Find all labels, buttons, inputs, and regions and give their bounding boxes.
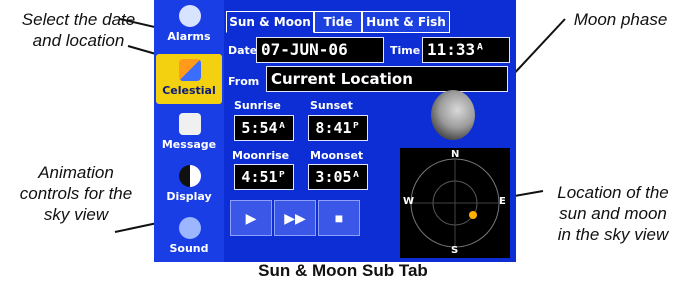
from-label: From <box>228 75 260 88</box>
stop-button[interactable]: ■ <box>318 200 360 236</box>
time-field[interactable]: 11:33ᴬ <box>422 37 510 63</box>
sunset-label: Sunset <box>310 99 353 112</box>
time-label: Time <box>390 44 421 57</box>
moonrise-label: Moonrise <box>232 149 290 162</box>
moon-phase-image <box>431 90 475 140</box>
fast-forward-button[interactable]: ▶▶ <box>274 200 316 236</box>
display-icon <box>179 165 201 187</box>
sun-moon-icon <box>179 59 201 81</box>
sunrise-label: Sunrise <box>234 99 281 112</box>
gps-screen: Alarms Celestial Message Display Sound S… <box>154 0 516 262</box>
compass-south-label: S <box>451 245 459 256</box>
moonrise-value: 4:51ᴾ <box>234 164 294 190</box>
compass-north-label: N <box>451 149 460 160</box>
sidebar-item-label: Display <box>166 190 212 203</box>
sound-icon <box>179 217 201 239</box>
location-field[interactable]: Current Location <box>266 66 508 92</box>
sunrise-value: 5:54ᴬ <box>234 115 294 141</box>
sky-view: N S W E <box>400 148 510 258</box>
alarm-clock-icon <box>179 5 201 27</box>
sun-marker-icon <box>469 211 477 219</box>
tab-hunt-fish[interactable]: Hunt & Fish <box>362 11 450 33</box>
callout-moon-phase: Moon phase <box>573 10 668 29</box>
moonset-value: 3:05ᴬ <box>308 164 368 190</box>
sidebar-item-label: Alarms <box>167 30 211 43</box>
sidebar-item-message[interactable]: Message <box>156 108 222 158</box>
sidebar-item-display[interactable]: Display <box>156 160 222 210</box>
main-panel: Sun & Moon Tide Hunt & Fish Date 07-JUN-… <box>226 0 516 262</box>
sidebar: Alarms Celestial Message Display Sound <box>154 0 224 262</box>
compass-west-label: W <box>403 196 415 207</box>
compass-east-label: E <box>499 196 506 207</box>
callout-animation-controls: Animation controls for the sky view <box>19 163 133 224</box>
play-button[interactable]: ▶ <box>230 200 272 236</box>
sidebar-item-celestial[interactable]: Celestial <box>156 54 222 104</box>
sidebar-item-label: Message <box>161 138 217 151</box>
tab-tide[interactable]: Tide <box>314 11 362 33</box>
sidebar-item-label: Sound <box>169 242 209 255</box>
figure-caption: Sun & Moon Sub Tab <box>258 261 428 280</box>
moon-marker-icon <box>464 186 467 192</box>
sky-view-chart <box>410 158 500 248</box>
sunset-value: 8:41ᴾ <box>308 115 368 141</box>
tab-sun-moon[interactable]: Sun & Moon <box>226 11 314 33</box>
date-field[interactable]: 07-JUN-06 <box>256 37 384 63</box>
moonset-label: Moonset <box>310 149 364 162</box>
sidebar-item-sound[interactable]: Sound <box>156 212 222 262</box>
sidebar-item-label: Celestial <box>162 84 216 97</box>
animation-controls: ▶ ▶▶ ■ <box>230 197 368 239</box>
sidebar-item-alarms[interactable]: Alarms <box>156 0 222 50</box>
callout-sky-view: Location of the sun and moon in the sky … <box>557 183 669 244</box>
tab-bar: Sun & Moon Tide Hunt & Fish <box>226 11 516 33</box>
message-icon <box>179 113 201 135</box>
date-label: Date <box>228 44 258 57</box>
